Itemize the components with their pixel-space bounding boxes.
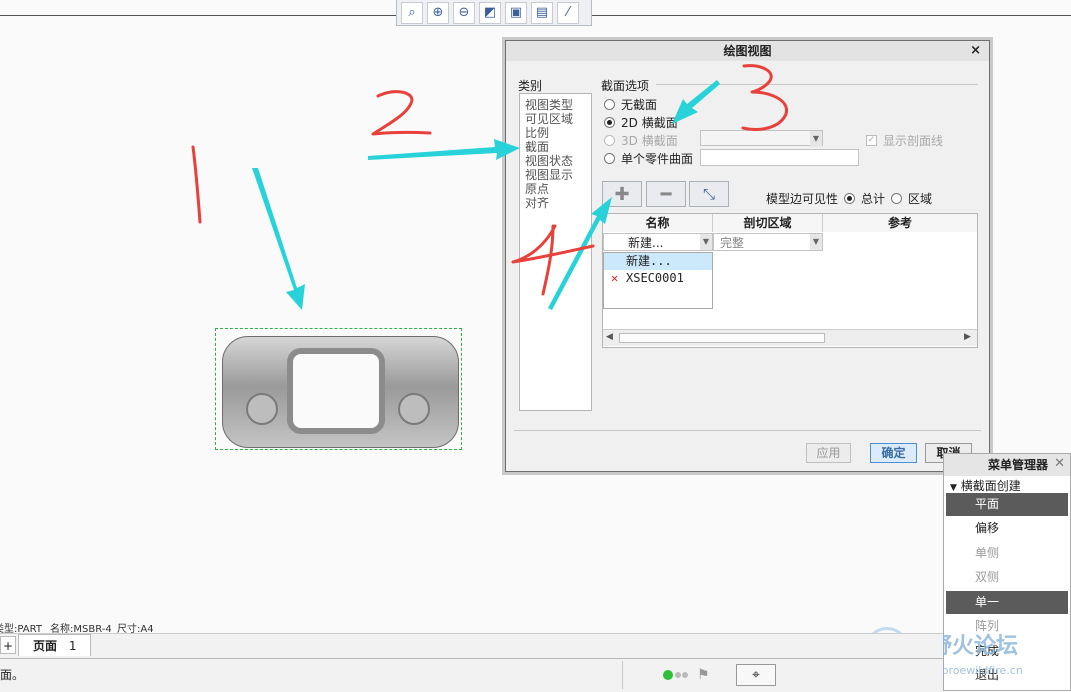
handwritten-2 xyxy=(371,90,432,136)
handwritten-4 xyxy=(511,224,595,296)
menu-item-plane[interactable]: 平面 xyxy=(946,493,1068,516)
flag-icon[interactable]: ⚑ xyxy=(697,667,710,683)
drawing-info-bar: 类型:PART 名称:MSBR-4 尺寸:A4 xyxy=(0,620,943,635)
status-dot-icon xyxy=(675,672,681,678)
menu-manager-title: 菜单管理器 xyxy=(944,454,1070,476)
chevron-down-icon: ▼ xyxy=(950,483,957,493)
watermark-name: 野火论坛 xyxy=(930,634,1019,659)
menu-item-both-sides: 双侧 xyxy=(975,570,1000,584)
status-divider xyxy=(622,661,623,689)
close-icon[interactable]: ✕ xyxy=(1054,456,1065,471)
add-page-button[interactable]: + xyxy=(0,636,16,654)
arrow-annotation-3 xyxy=(672,80,720,124)
page-tab-1[interactable]: 页面 1 xyxy=(18,634,91,656)
arrow-annotation-2 xyxy=(368,139,520,160)
handwritten-1 xyxy=(191,145,202,224)
menu-item-one-side: 单侧 xyxy=(975,546,1000,560)
status-message: 截面。 xyxy=(0,668,25,682)
arrow-annotation-1 xyxy=(252,168,305,310)
page-tab-label: 页面 xyxy=(33,639,58,653)
status-dot-icon xyxy=(682,672,688,678)
menu-item-single[interactable]: 单一 xyxy=(946,591,1068,614)
handwritten-3 xyxy=(741,64,788,131)
menu-item-offset[interactable]: 偏移 xyxy=(946,517,1068,540)
annotation-overlay: 1 xyxy=(191,64,788,310)
page-tab-bar: + 页面 1 xyxy=(0,633,943,658)
status-bar: 截面。 ⚑ ⌖ xyxy=(0,658,943,692)
menu-group-label: 横截面创建 xyxy=(960,479,1021,493)
find-binoculars-icon[interactable]: ⌖ xyxy=(736,664,776,686)
menu-group-header[interactable]: ▼ 横截面创建 xyxy=(950,477,1021,494)
status-light-icon xyxy=(663,670,673,680)
page-tab-number: 1 xyxy=(68,639,77,653)
